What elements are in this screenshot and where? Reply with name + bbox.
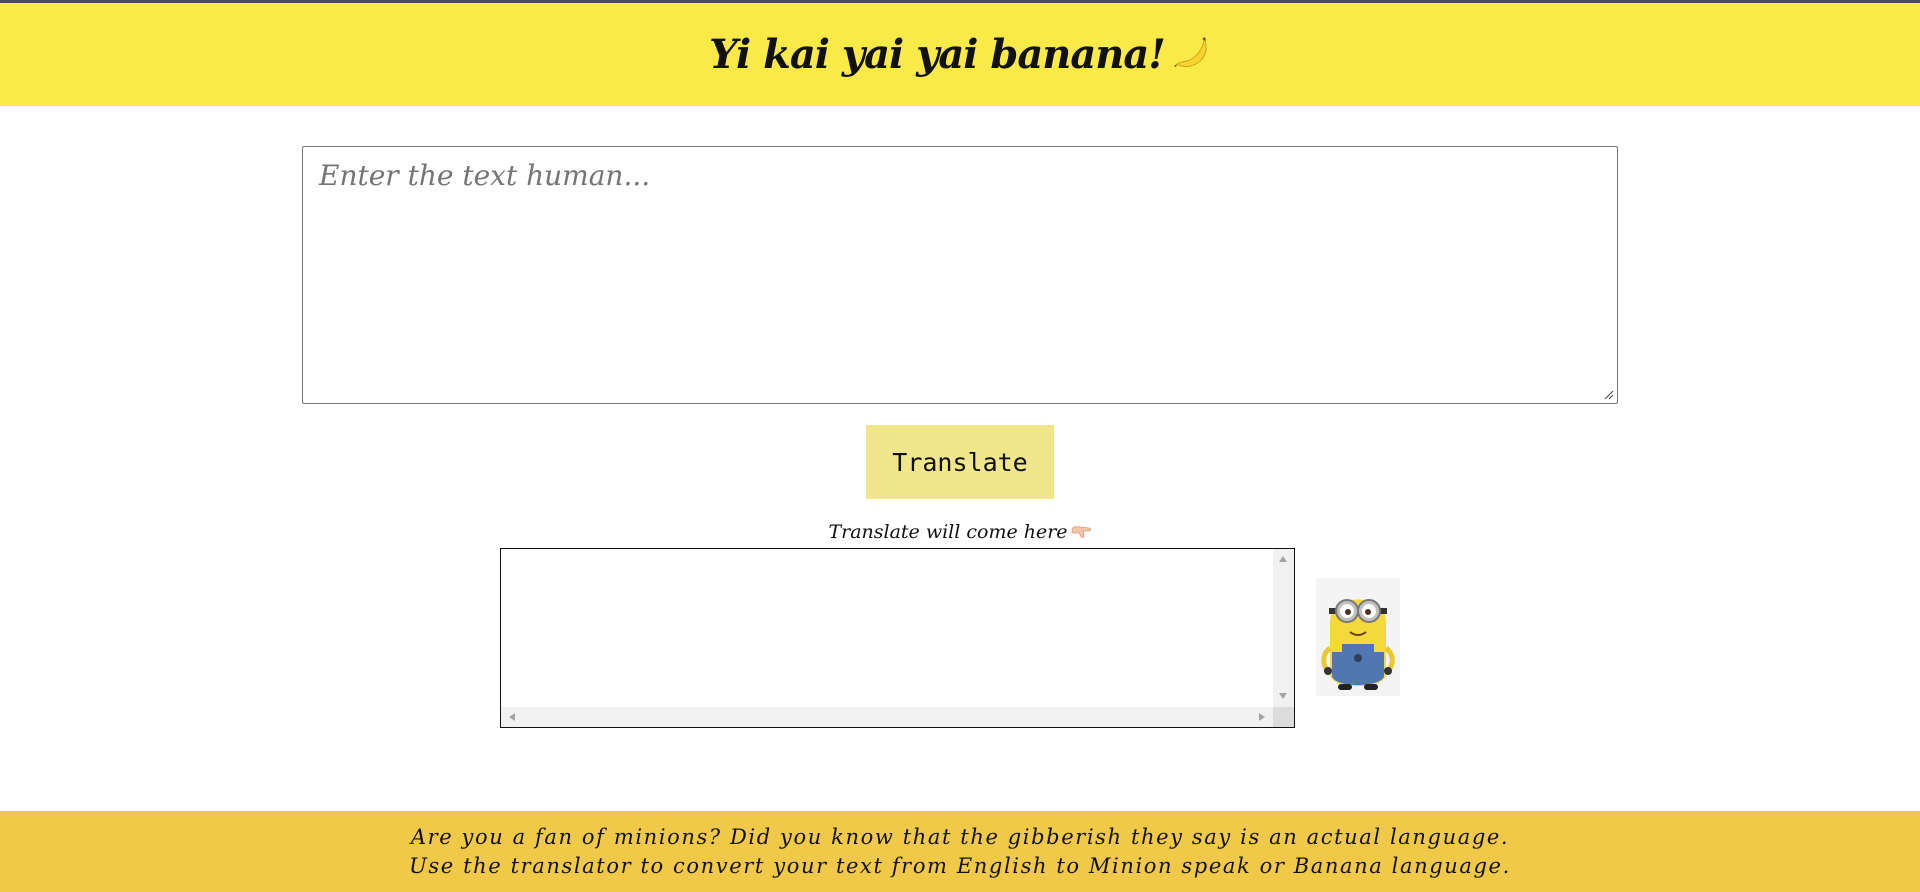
text-input-placeholder: Enter the text human... [319,159,651,192]
output-label: Translate will come here [0,521,1920,543]
horizontal-scrollbar[interactable] [501,707,1273,727]
page-header: Yi kai yai yai banana! [0,3,1920,106]
minion-image [1316,578,1400,696]
text-input[interactable]: Enter the text human... [302,146,1618,404]
vertical-scrollbar[interactable] [1273,549,1294,708]
scroll-down-icon[interactable] [1279,693,1287,699]
banana-icon [1169,34,1211,76]
resize-handle-icon[interactable] [1604,390,1614,400]
footer-line-2: Use the translator to convert your text … [409,854,1511,878]
output-label-text: Translate will come here [828,521,1068,543]
page-title: Yi kai yai yai banana! [709,31,1211,78]
scroll-right-icon[interactable] [1259,713,1265,721]
pointing-down-hand-icon [1070,524,1092,542]
page-footer: Are you a fan of minions? Did you know t… [0,811,1920,892]
scroll-left-icon[interactable] [509,713,515,721]
footer-line-1: Are you a fan of minions? Did you know t… [410,825,1510,849]
translate-button[interactable]: Translate [866,425,1054,499]
scroll-up-icon[interactable] [1279,556,1287,562]
page-title-text: Yi kai yai yai banana! [709,31,1166,78]
translation-output [500,548,1295,728]
scrollbar-corner [1273,707,1294,727]
